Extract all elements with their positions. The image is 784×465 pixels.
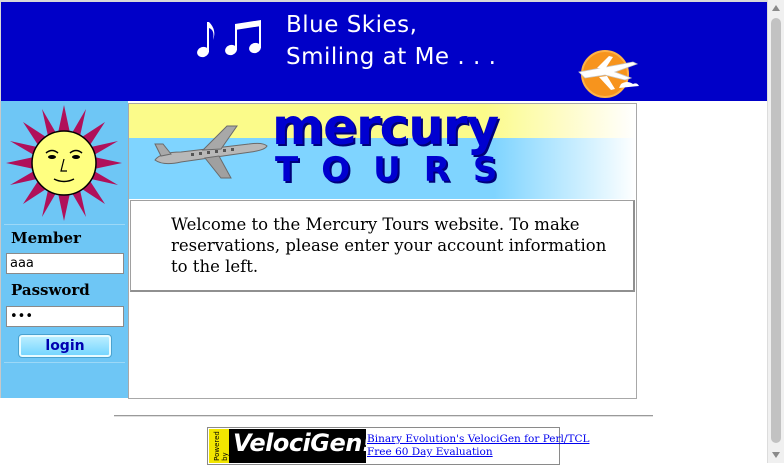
scroll-down-arrow-icon[interactable] <box>772 452 780 458</box>
header-banner: Blue Skies, Smiling at Me . . . <box>0 0 767 101</box>
scrollbar-thumb[interactable] <box>771 18 781 443</box>
free-evaluation-link[interactable]: Free 60 Day Evaluation <box>367 446 589 459</box>
member-name-input[interactable] <box>6 253 124 274</box>
tagline-line2: Smiling at Me . . . <box>286 44 497 70</box>
velocigen-logo[interactable]: Powered by VelociGen! <box>209 429 373 463</box>
sidebar-divider <box>4 224 125 225</box>
ad-links: Binary Evolution's VelociGen for Perl/TC… <box>367 433 589 459</box>
tagline-line1: Blue Skies, <box>286 12 418 38</box>
horizontal-rule <box>114 415 653 417</box>
welcome-text: Welcome to the Mercury Tours website. To… <box>171 215 607 276</box>
velocigen-logo-text: VelociGen! <box>233 429 373 457</box>
password-label: Password <box>11 281 90 299</box>
login-button[interactable]: login <box>18 334 112 358</box>
sun-airplane-icon <box>578 50 639 98</box>
velocigen-link[interactable]: Binary Evolution's VelociGen for Perl/TC… <box>367 433 589 446</box>
music-notes-icon <box>197 20 261 58</box>
airplane-icon <box>154 125 268 179</box>
mercury-tours-logo: mercury TOURS <box>129 104 636 199</box>
powered-by-text: Powered by <box>212 431 229 461</box>
logo-word-mercury: mercury <box>272 104 499 156</box>
powered-by-strip: Powered by <box>209 429 229 463</box>
welcome-box: Welcome to the Mercury Tours website. To… <box>130 200 635 292</box>
login-sidebar: Member name Password login <box>0 101 128 398</box>
sidebar-divider-bottom <box>4 362 125 363</box>
velocigen-ad: Powered by VelociGen! Binary Evolution's… <box>207 427 589 465</box>
scroll-up-arrow-icon[interactable] <box>772 5 780 11</box>
vertical-scrollbar[interactable] <box>767 0 784 463</box>
main-content: mercury TOURS Welcome to the Mercury Tou… <box>128 103 637 399</box>
password-input[interactable] <box>6 306 124 327</box>
logo-word-tours: TOURS <box>275 150 521 190</box>
sun-face-icon <box>4 104 125 222</box>
banner-tagline: Blue Skies, Smiling at Me . . . <box>286 9 496 73</box>
